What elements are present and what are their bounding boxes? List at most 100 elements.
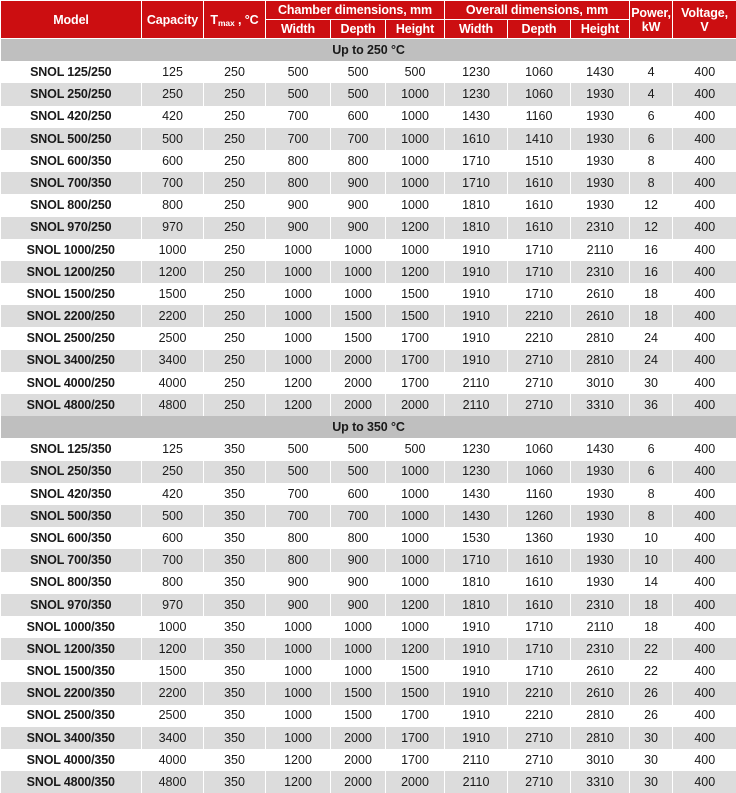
cell-chamber-depth: 700: [331, 505, 386, 527]
cell-model: SNOL 125/250: [1, 61, 142, 83]
cell-tmax: 350: [204, 727, 266, 749]
cell-chamber-height: 1000: [386, 106, 445, 128]
cell-model: SNOL 3400/350: [1, 727, 142, 749]
cell-tmax: 350: [204, 705, 266, 727]
cell-power: 16: [630, 239, 673, 261]
cell-chamber-depth: 500: [331, 461, 386, 483]
cell-chamber-height: 1000: [386, 505, 445, 527]
cell-chamber-depth: 2000: [331, 350, 386, 372]
cell-overall-height: 1930: [571, 483, 630, 505]
cell-chamber-depth: 1000: [331, 283, 386, 305]
cell-overall-height: 1930: [571, 572, 630, 594]
cell-overall-width: 1910: [445, 283, 508, 305]
cell-power: 12: [630, 194, 673, 216]
table-row: SNOL 2500/350250035010001500170019102210…: [1, 705, 736, 727]
cell-chamber-height: 1000: [386, 239, 445, 261]
cell-model: SNOL 2500/350: [1, 705, 142, 727]
cell-chamber-width: 700: [266, 128, 331, 150]
cell-voltage: 400: [673, 194, 736, 216]
cell-overall-height: 3310: [571, 394, 630, 416]
cell-voltage: 400: [673, 727, 736, 749]
table-row: SNOL 1000/250100025010001000100019101710…: [1, 239, 736, 261]
cell-capacity: 420: [142, 106, 204, 128]
cell-overall-depth: 2710: [508, 372, 571, 394]
cell-chamber-height: 1700: [386, 749, 445, 771]
cell-capacity: 970: [142, 217, 204, 239]
cell-chamber-depth: 900: [331, 549, 386, 571]
cell-overall-height: 1930: [571, 128, 630, 150]
cell-overall-depth: 1710: [508, 616, 571, 638]
cell-chamber-width: 1000: [266, 705, 331, 727]
cell-chamber-depth: 900: [331, 172, 386, 194]
cell-overall-depth: 1610: [508, 549, 571, 571]
cell-capacity: 250: [142, 83, 204, 105]
table-row: SNOL 2200/350220035010001500150019102210…: [1, 682, 736, 704]
header-power: Power, kW: [630, 1, 673, 39]
cell-tmax: 350: [204, 505, 266, 527]
header-voltage: Voltage, V: [673, 1, 736, 39]
cell-power: 30: [630, 372, 673, 394]
cell-capacity: 4000: [142, 749, 204, 771]
cell-chamber-width: 1200: [266, 372, 331, 394]
cell-model: SNOL 800/350: [1, 572, 142, 594]
cell-chamber-depth: 1000: [331, 261, 386, 283]
cell-overall-depth: 2710: [508, 394, 571, 416]
cell-chamber-height: 2000: [386, 771, 445, 793]
cell-chamber-depth: 700: [331, 128, 386, 150]
cell-tmax: 250: [204, 83, 266, 105]
cell-capacity: 700: [142, 549, 204, 571]
cell-overall-depth: 1710: [508, 283, 571, 305]
cell-overall-width: 1810: [445, 572, 508, 594]
cell-voltage: 400: [673, 128, 736, 150]
cell-power: 18: [630, 283, 673, 305]
cell-chamber-width: 500: [266, 438, 331, 460]
cell-overall-depth: 2210: [508, 705, 571, 727]
cell-power: 30: [630, 749, 673, 771]
cell-power: 12: [630, 217, 673, 239]
cell-overall-width: 1710: [445, 150, 508, 172]
cell-model: SNOL 2200/250: [1, 305, 142, 327]
cell-overall-depth: 1610: [508, 217, 571, 239]
table-row: SNOL 3400/250340025010002000170019102710…: [1, 350, 736, 372]
cell-voltage: 400: [673, 261, 736, 283]
cell-power: 6: [630, 128, 673, 150]
specification-table: Model Capacity Tmax , °C Chamber dimensi…: [0, 0, 736, 793]
cell-power: 6: [630, 106, 673, 128]
cell-model: SNOL 500/250: [1, 128, 142, 150]
section-header-row: Up to 350 °C: [1, 416, 736, 438]
cell-model: SNOL 600/350: [1, 527, 142, 549]
cell-model: SNOL 2500/250: [1, 327, 142, 349]
table-row: SNOL 1200/350120035010001000120019101710…: [1, 638, 736, 660]
cell-overall-depth: 1610: [508, 594, 571, 616]
cell-chamber-width: 1000: [266, 682, 331, 704]
cell-chamber-depth: 1500: [331, 705, 386, 727]
cell-power: 30: [630, 771, 673, 793]
cell-overall-height: 2810: [571, 327, 630, 349]
cell-voltage: 400: [673, 505, 736, 527]
cell-overall-width: 1810: [445, 594, 508, 616]
cell-power: 30: [630, 727, 673, 749]
cell-model: SNOL 700/350: [1, 549, 142, 571]
cell-chamber-width: 800: [266, 527, 331, 549]
cell-model: SNOL 1200/250: [1, 261, 142, 283]
table-header: Model Capacity Tmax , °C Chamber dimensi…: [1, 1, 736, 39]
cell-tmax: 350: [204, 549, 266, 571]
cell-overall-height: 1430: [571, 61, 630, 83]
table-row: SNOL 420/2504202507006001000143011601930…: [1, 106, 736, 128]
cell-chamber-width: 800: [266, 549, 331, 571]
cell-overall-width: 1230: [445, 438, 508, 460]
cell-overall-width: 1910: [445, 705, 508, 727]
cell-capacity: 2200: [142, 682, 204, 704]
cell-power: 22: [630, 660, 673, 682]
section-label: Up to 350 °C: [1, 416, 736, 438]
cell-voltage: 400: [673, 438, 736, 460]
cell-overall-depth: 1410: [508, 128, 571, 150]
cell-overall-height: 2110: [571, 616, 630, 638]
cell-power: 26: [630, 682, 673, 704]
cell-overall-width: 1610: [445, 128, 508, 150]
cell-chamber-height: 1200: [386, 261, 445, 283]
cell-chamber-depth: 1500: [331, 305, 386, 327]
table-row: SNOL 970/3509703509009001200181016102310…: [1, 594, 736, 616]
table-row: SNOL 970/2509702509009001200181016102310…: [1, 217, 736, 239]
cell-overall-height: 3310: [571, 771, 630, 793]
